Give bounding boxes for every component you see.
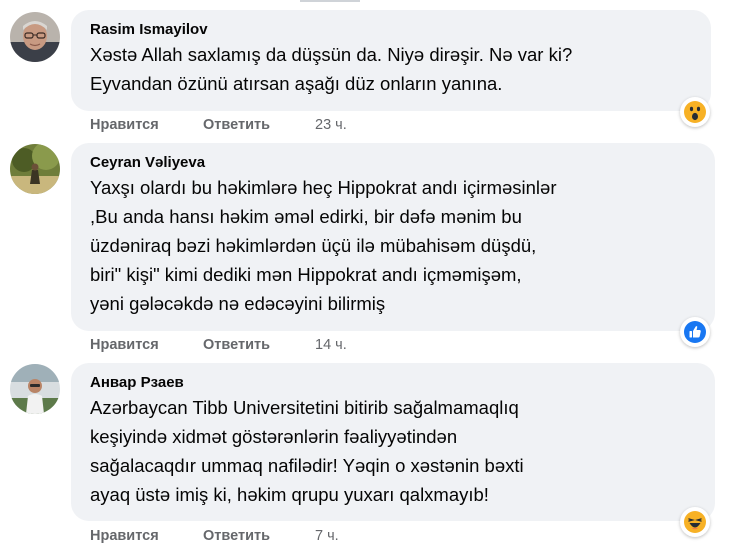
comment-author[interactable]: Ceyran Vəliyeva (90, 153, 701, 173)
comment-bubble: Ceyran Vəliyeva Yaxşı olardı bu həkimlər… (71, 143, 715, 331)
haha-emoji-icon (684, 511, 706, 533)
wow-emoji-icon (684, 101, 706, 123)
avatar[interactable] (10, 144, 60, 194)
avatar-man-glasses-image (10, 12, 60, 62)
reaction-badge[interactable] (680, 97, 710, 127)
like-link[interactable]: Нравится (90, 337, 203, 353)
reaction-badge[interactable] (680, 507, 710, 537)
comment-author[interactable]: Rasim Ismayilov (90, 20, 697, 40)
comment-text: Azərbaycan Tibb Universitetini bitirib s… (90, 397, 524, 505)
avatar[interactable] (10, 364, 60, 414)
previous-comment-edge (300, 0, 360, 2)
comment-timestamp[interactable]: 23 ч. (315, 117, 347, 133)
comment-author[interactable]: Анвар Рзаев (90, 373, 701, 393)
comment-actions: Нравится Ответить 7 ч. (90, 528, 339, 544)
comment-bubble: Анвар Рзаев Azərbaycan Tibb Universiteti… (71, 363, 715, 521)
comment-text: Xəstə Allah saxlamış da düşsün da. Niyə … (90, 44, 573, 94)
like-link[interactable]: Нравится (90, 528, 203, 544)
like-emoji-icon (684, 321, 706, 343)
reply-link[interactable]: Ответить (203, 337, 315, 353)
comment-actions: Нравится Ответить 23 ч. (90, 117, 347, 133)
avatar-man-outdoor-image (10, 364, 60, 414)
comment-text: Yaxşı olardı bu həkimlərə heç Hippokrat … (90, 177, 557, 314)
like-link[interactable]: Нравится (90, 117, 203, 133)
comment-timestamp[interactable]: 7 ч. (315, 528, 339, 544)
reply-link[interactable]: Ответить (203, 528, 315, 544)
avatar[interactable] (10, 12, 60, 62)
comment-timestamp[interactable]: 14 ч. (315, 337, 347, 353)
comment-actions: Нравится Ответить 14 ч. (90, 337, 347, 353)
reply-link[interactable]: Ответить (203, 117, 315, 133)
comment-bubble: Rasim Ismayilov Xəstə Allah saxlamış da … (71, 10, 711, 111)
reaction-badge[interactable] (680, 317, 710, 347)
avatar-nature-image (10, 144, 60, 194)
